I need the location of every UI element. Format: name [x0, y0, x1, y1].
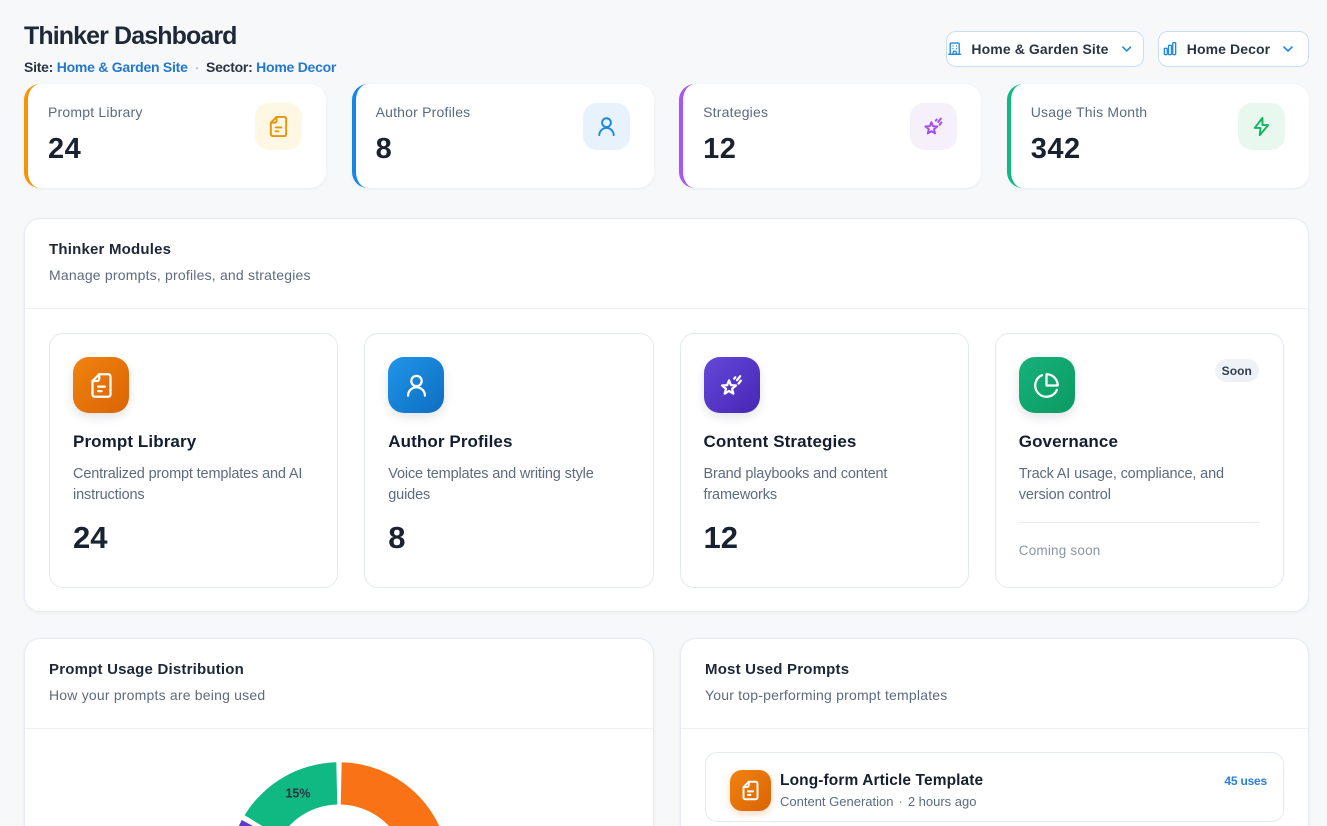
svg-text:15%: 15%: [285, 786, 310, 800]
